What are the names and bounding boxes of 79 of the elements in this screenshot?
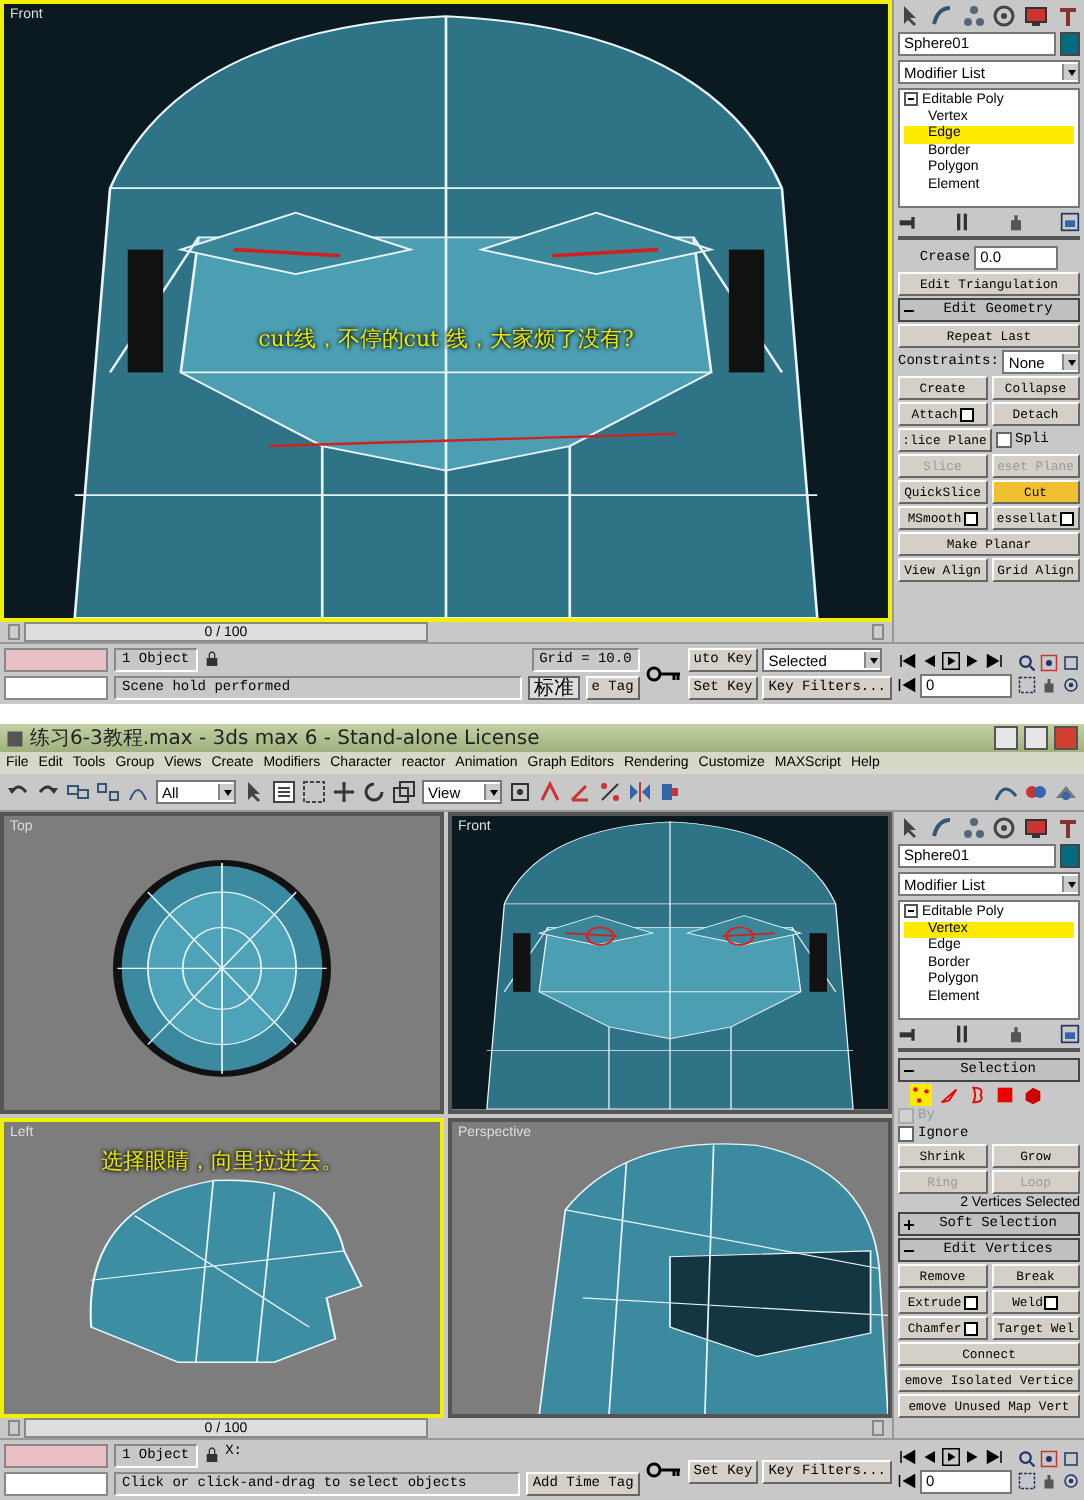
curve-icon[interactable] — [929, 4, 954, 28]
region-select-icon[interactable] — [302, 780, 326, 804]
search-icon[interactable] — [1018, 1450, 1036, 1468]
expand-toggle[interactable] — [904, 92, 918, 106]
cursor-icon[interactable] — [242, 780, 266, 804]
vertex-level-icon[interactable] — [910, 1084, 932, 1106]
color-swatch[interactable] — [1060, 32, 1080, 56]
cursor-icon[interactable] — [898, 4, 922, 28]
mirror-icon[interactable] — [628, 780, 652, 804]
hierarchy-icon[interactable] — [961, 816, 986, 840]
app-icon[interactable] — [6, 729, 24, 747]
checkbox[interactable] — [898, 1126, 914, 1142]
disc-icon[interactable] — [992, 816, 1017, 840]
settings-icon[interactable] — [1044, 1295, 1059, 1309]
skip-end-icon[interactable] — [986, 1447, 1004, 1465]
minimize-button[interactable] — [994, 726, 1018, 750]
link-icon[interactable] — [66, 780, 90, 804]
lock-icon[interactable] — [203, 648, 220, 668]
listener-field[interactable] — [4, 1444, 108, 1468]
play-icon[interactable] — [942, 651, 960, 669]
checkbox[interactable] — [995, 432, 1011, 448]
step-back-icon[interactable] — [920, 651, 938, 669]
bars-icon[interactable] — [952, 1024, 972, 1044]
disc-icon[interactable] — [992, 4, 1017, 28]
monitor-icon[interactable] — [1024, 816, 1049, 840]
cursor-icon[interactable] — [898, 816, 922, 840]
skip-end-icon[interactable] — [986, 651, 1004, 669]
pin-icon[interactable] — [898, 1024, 918, 1044]
lock-icon[interactable] — [203, 1444, 220, 1464]
annotation-text: 选择眼睛，向里拉进去。 — [99, 1145, 345, 1175]
border-level-icon[interactable] — [966, 1084, 988, 1106]
maximize-button[interactable] — [1024, 726, 1048, 750]
zoom-extents-icon[interactable] — [1062, 1450, 1080, 1468]
color-swatch[interactable] — [1060, 844, 1080, 868]
material-icon[interactable] — [1024, 780, 1048, 804]
select-by-name-icon[interactable] — [272, 780, 296, 804]
listener-output-field[interactable] — [4, 1472, 108, 1496]
search-icon[interactable] — [1018, 654, 1036, 672]
unlink-icon[interactable] — [96, 780, 120, 804]
pin-icon[interactable] — [898, 212, 918, 232]
ime-toolbar[interactable]: 标准 — [527, 676, 580, 700]
bars-icon[interactable] — [952, 212, 972, 232]
scale-icon[interactable] — [392, 780, 416, 804]
region-zoom-icon[interactable] — [1018, 1472, 1036, 1490]
rotate-icon[interactable] — [362, 780, 386, 804]
curve-icon[interactable] — [929, 816, 954, 840]
edge-level-icon[interactable] — [938, 1084, 960, 1106]
orbit-icon[interactable] — [1062, 1472, 1080, 1490]
config-icon[interactable] — [1060, 212, 1080, 232]
step-forward-icon[interactable] — [964, 1447, 982, 1465]
orbit-icon[interactable] — [1062, 676, 1080, 694]
listener-field[interactable] — [4, 648, 108, 672]
monitor-icon[interactable] — [1024, 4, 1049, 28]
play-icon[interactable] — [942, 1447, 960, 1465]
zoom-extents-icon[interactable] — [1062, 654, 1080, 672]
settings-icon[interactable] — [963, 511, 978, 525]
move-icon[interactable] — [332, 780, 356, 804]
pivot-icon[interactable] — [508, 780, 532, 804]
percent-snap-icon[interactable] — [598, 780, 622, 804]
key-icon[interactable] — [645, 664, 682, 684]
settings-icon[interactable] — [963, 1321, 978, 1335]
polygon-level-icon[interactable] — [994, 1084, 1016, 1106]
region-zoom-icon[interactable] — [1018, 676, 1036, 694]
hammer-icon[interactable] — [1055, 4, 1080, 28]
hierarchy-icon[interactable] — [961, 4, 986, 28]
listener-output-field[interactable] — [4, 676, 108, 700]
align-icon[interactable] — [658, 780, 682, 804]
window-title: 练习6-3教程.max - 3ds max 6 - Stand-alone License — [30, 726, 542, 752]
key-icon[interactable] — [645, 1460, 682, 1480]
config-icon[interactable] — [1060, 1024, 1080, 1044]
hammer-icon[interactable] — [1055, 816, 1080, 840]
settings-icon[interactable] — [1060, 511, 1075, 525]
skip-start-icon[interactable] — [898, 651, 916, 669]
step-back-icon[interactable] — [920, 1447, 938, 1465]
step-forward-icon[interactable] — [964, 651, 982, 669]
expand-toggle[interactable] — [904, 904, 918, 918]
skip-start-icon[interactable] — [898, 1447, 916, 1465]
settings-icon[interactable] — [959, 407, 974, 421]
settings-icon[interactable] — [963, 1295, 978, 1309]
